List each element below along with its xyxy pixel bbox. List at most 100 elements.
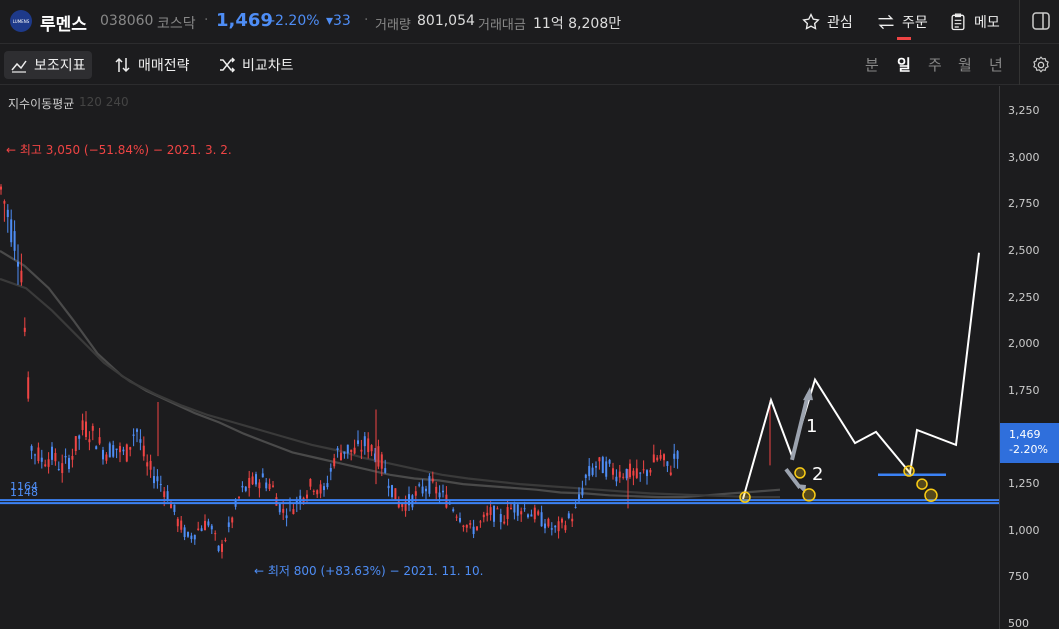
candle-body: [224, 539, 227, 542]
swap-icon: [878, 14, 894, 30]
candle-body: [520, 511, 523, 515]
candle-body: [261, 473, 264, 478]
candle-body: [663, 454, 665, 461]
y-tick-label: 1,750: [1008, 383, 1040, 397]
candle-body: [64, 455, 67, 458]
candle-body: [159, 483, 162, 486]
candle-body: [51, 446, 53, 460]
candle-body: [642, 469, 645, 471]
candle-body: [214, 533, 217, 535]
current-price: 1,469: [216, 10, 273, 31]
y-tick-label: 3,000: [1008, 150, 1040, 164]
candle-body: [455, 516, 458, 518]
order-button[interactable]: 주문: [876, 10, 928, 34]
y-tick-label: 3,250: [1008, 104, 1040, 117]
candle-body: [54, 453, 57, 462]
candle-body: [357, 440, 359, 444]
candle-body: [547, 518, 550, 527]
candle-body: [493, 505, 495, 522]
candle-body: [612, 468, 614, 475]
candle-body: [102, 449, 104, 460]
period-month[interactable]: 월: [958, 54, 972, 75]
candle-body: [595, 466, 597, 468]
candle-body: [462, 525, 465, 527]
candle-body: [6, 209, 9, 218]
candle-body: [625, 468, 628, 479]
candle-body: [411, 495, 414, 508]
candle-body: [584, 474, 587, 478]
candle-body: [632, 470, 635, 476]
marker-circle: [802, 488, 816, 502]
candle-body: [122, 449, 125, 452]
candle-body: [173, 504, 176, 512]
candle-body: [71, 455, 74, 460]
indicator-name: 지수이동평균: [8, 97, 75, 111]
candle-body: [153, 476, 155, 484]
active-period-indicator: [897, 37, 911, 40]
candle-body: [278, 503, 281, 513]
indicator-button[interactable]: 보조지표: [4, 51, 92, 79]
company-logo: LUMENS: [10, 10, 32, 32]
period-year[interactable]: 년: [989, 54, 1003, 75]
candle-body: [673, 453, 676, 459]
candle-body: [217, 545, 220, 551]
projection-line: [742, 252, 980, 500]
candle-body: [91, 426, 94, 431]
candle-body: [3, 201, 6, 204]
period-day[interactable]: 일: [897, 54, 911, 75]
candle-body: [370, 445, 373, 452]
price-chart[interactable]: [0, 86, 999, 629]
separator-dot: ·: [364, 12, 369, 28]
candle-body: [530, 514, 533, 517]
candle-body: [394, 488, 397, 501]
candle-body: [27, 377, 30, 399]
candle-body: [329, 467, 332, 472]
candle-body: [646, 470, 648, 477]
candle-body: [20, 270, 23, 283]
candle-body: [149, 460, 152, 470]
candle-body: [40, 457, 43, 462]
memo-button[interactable]: 메모: [948, 10, 1000, 34]
candle-body: [554, 525, 557, 528]
marker-1-label: 1: [806, 416, 818, 437]
candle-body: [248, 477, 251, 489]
candle-body: [125, 444, 128, 462]
period-minute[interactable]: 분: [865, 54, 879, 75]
candle-body: [421, 486, 424, 494]
candle-body: [176, 518, 179, 527]
candle-body: [506, 507, 509, 519]
candle-body: [112, 445, 115, 457]
current-price-tag: 1,469 -2.20%: [1000, 423, 1059, 463]
period-week[interactable]: 주: [928, 54, 942, 75]
candle-body: [187, 532, 189, 537]
candle-body: [319, 484, 322, 494]
indicator-icon: [11, 60, 27, 73]
chart-toolbar: 보조지표 매매전략 비교차트 분 일 주 월 년: [0, 45, 1059, 85]
strategy-button[interactable]: 매매전략: [108, 51, 196, 79]
candle-body: [207, 521, 210, 526]
candle-body: [605, 461, 608, 477]
side-panel-icon[interactable]: [1032, 12, 1050, 30]
candle-body: [380, 454, 383, 469]
candle-body: [37, 447, 40, 462]
candle-body: [588, 466, 591, 477]
volume-value: 801,054: [417, 13, 475, 29]
candle-body: [656, 457, 659, 461]
candle-body: [61, 463, 64, 474]
watch-button[interactable]: 관심: [801, 10, 853, 34]
candle-body: [210, 525, 213, 530]
candle-body: [561, 518, 563, 523]
candle-body: [459, 518, 461, 522]
candle-body: [180, 520, 183, 530]
settings-gear-icon[interactable]: [1031, 55, 1051, 75]
candle-body: [496, 508, 499, 510]
candle-body: [44, 464, 47, 467]
candle-body: [30, 446, 33, 451]
candle-body: [204, 520, 206, 531]
compare-button[interactable]: 비교차트: [212, 51, 300, 79]
candle-body: [445, 494, 448, 508]
amount-value: 11억 8,208만: [533, 16, 622, 32]
volume-label: 거래량: [375, 18, 411, 33]
candle-body: [312, 490, 315, 492]
candle-body: [544, 523, 546, 529]
